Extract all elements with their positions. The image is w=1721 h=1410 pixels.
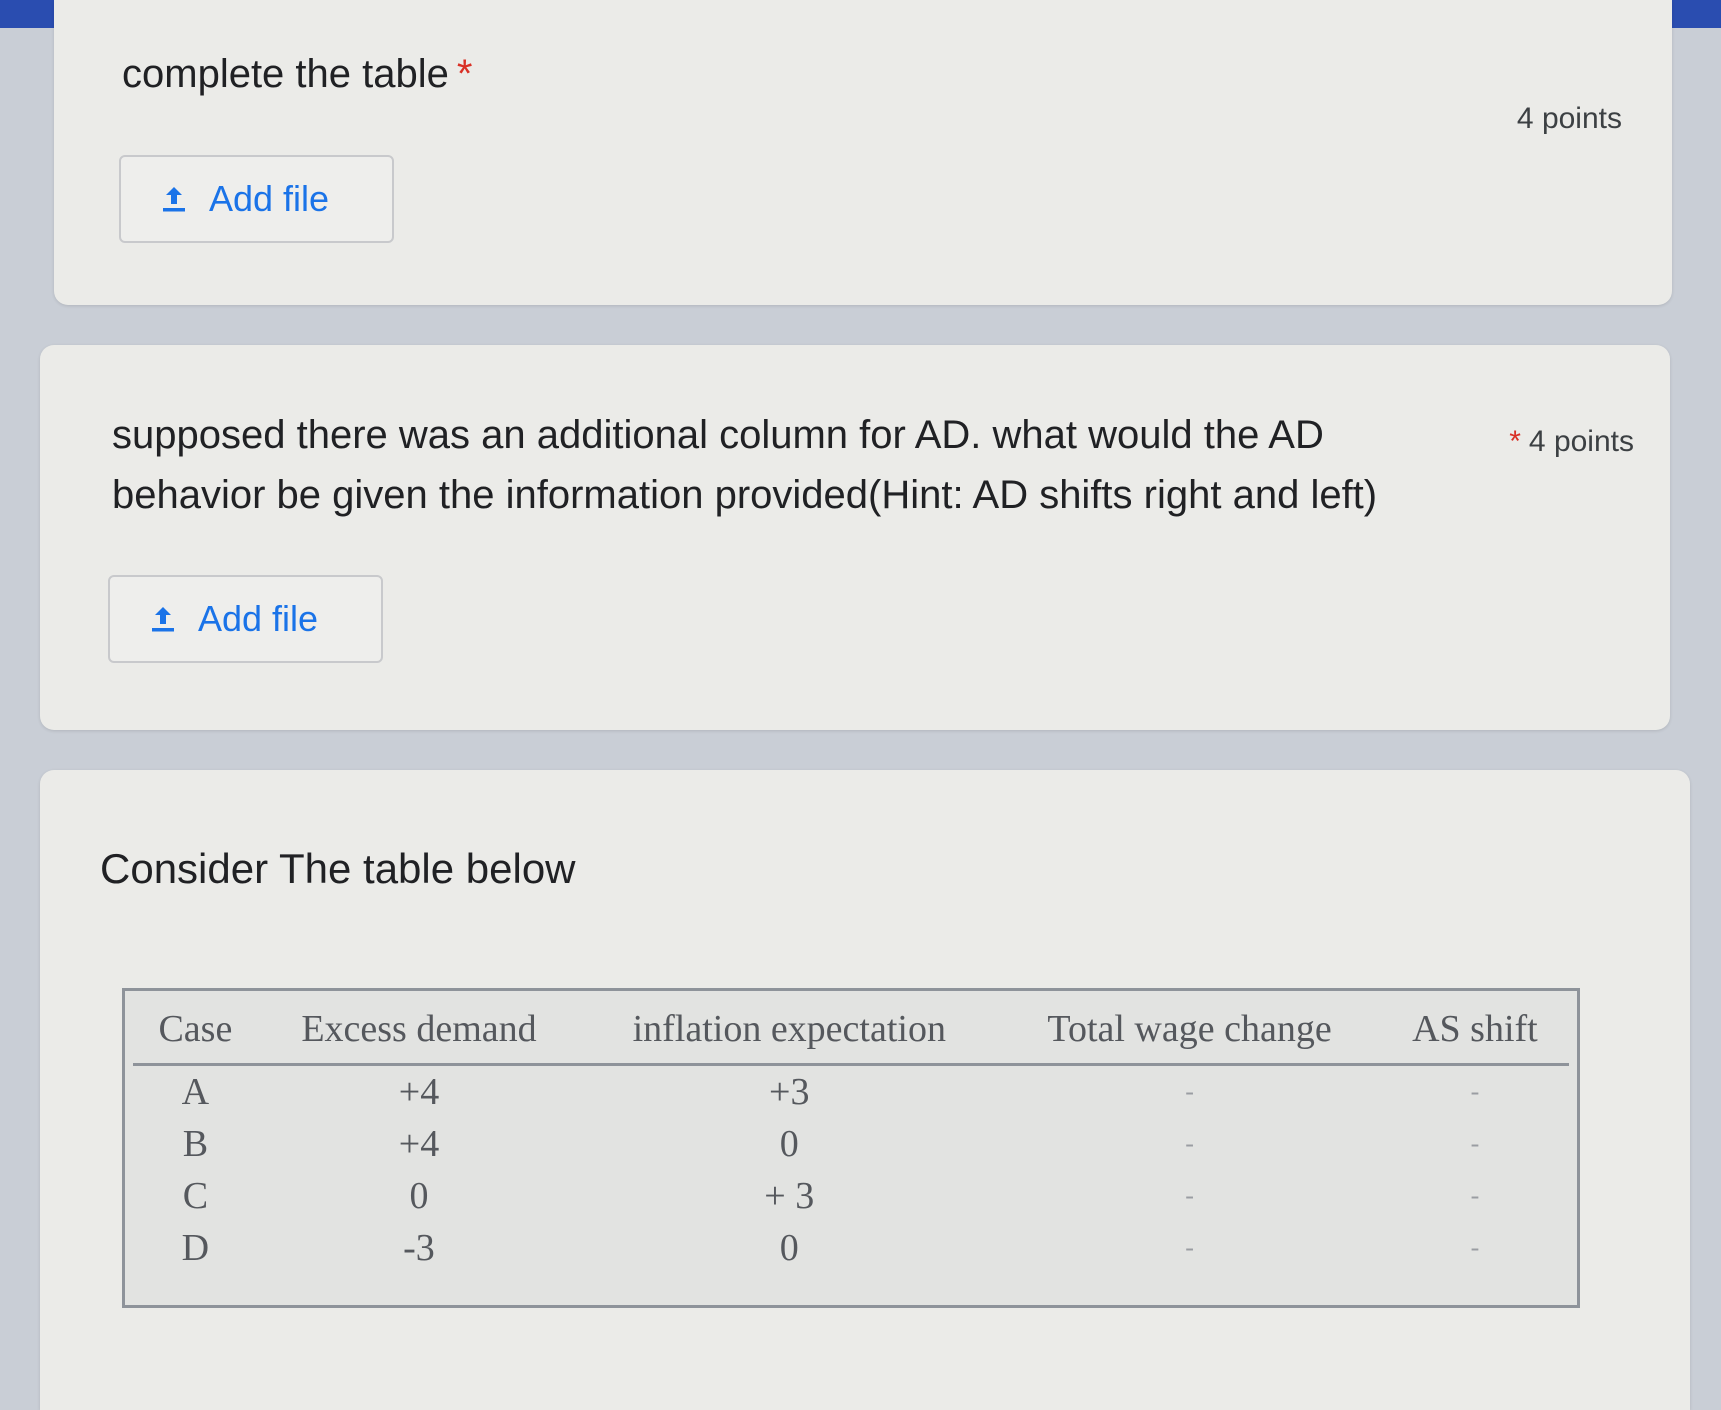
points-value: 4 points (1528, 425, 1634, 458)
add-file-button[interactable]: Add file (108, 575, 383, 663)
cell-inflation-expectation: +3 (769, 1071, 810, 1113)
points-label: * 4 points (1509, 425, 1634, 459)
points-label: 4 points (1516, 102, 1622, 135)
cell-excess-demand: 0 (409, 1175, 429, 1217)
cell-as-shift: - (1470, 1233, 1480, 1262)
section-card-table: Consider The table below Case Excess dem… (40, 770, 1690, 1410)
cell-as-shift: - (1470, 1129, 1480, 1158)
question-title: supposed there was an additional column … (112, 405, 1392, 525)
cell-inflation-expectation: 0 (779, 1123, 799, 1165)
required-asterisk: * (1509, 425, 1521, 458)
question-text: complete the table (122, 52, 449, 96)
add-file-label: Add file (198, 598, 319, 639)
cell-case: A (181, 1071, 210, 1113)
add-file-button[interactable]: Add file (119, 155, 394, 243)
header-case: Case (133, 997, 258, 1066)
upload-icon (148, 604, 178, 634)
cell-case: D (181, 1227, 210, 1269)
header-inflation-expectation: inflation expectation (580, 997, 999, 1066)
table-header-row: Case Excess demand inflation expectation… (133, 997, 1569, 1066)
table-row: C 0 + 3 - - (133, 1170, 1569, 1222)
cell-excess-demand: -3 (403, 1227, 435, 1269)
cell-total-wage-change: - (1185, 1233, 1194, 1262)
cell-total-wage-change: - (1185, 1181, 1194, 1210)
section-title: Consider The table below (100, 845, 576, 892)
header-as-shift: AS shift (1380, 997, 1569, 1066)
economics-table: Case Excess demand inflation expectation… (133, 997, 1569, 1274)
cell-total-wage-change: - (1185, 1129, 1194, 1158)
cell-case: B (182, 1123, 209, 1165)
cell-as-shift: - (1470, 1077, 1480, 1106)
cell-total-wage-change: - (1185, 1077, 1194, 1106)
cell-inflation-expectation: 0 (779, 1227, 799, 1269)
cell-excess-demand: +4 (398, 1071, 440, 1113)
cell-excess-demand: +4 (398, 1123, 440, 1165)
cell-case: C (182, 1175, 209, 1217)
question-card-complete-table: complete the table * 4 points Add file (54, 0, 1672, 305)
table-row: D -3 0 - - (133, 1222, 1569, 1274)
question-title: complete the table * (122, 44, 472, 104)
cell-inflation-expectation: + 3 (764, 1175, 815, 1217)
table-row: A +4 +3 - - (133, 1065, 1569, 1119)
header-total-wage-change: Total wage change (998, 997, 1381, 1066)
upload-icon (159, 184, 189, 214)
table-image: Case Excess demand inflation expectation… (122, 988, 1580, 1308)
question-card-ad-behavior: supposed there was an additional column … (40, 345, 1670, 730)
cell-as-shift: - (1470, 1181, 1480, 1210)
question-text: supposed there was an additional column … (112, 413, 1378, 517)
add-file-label: Add file (209, 178, 330, 219)
required-asterisk: * (456, 52, 473, 96)
header-excess-demand: Excess demand (257, 997, 581, 1066)
table-row: B +4 0 - - (133, 1118, 1569, 1170)
